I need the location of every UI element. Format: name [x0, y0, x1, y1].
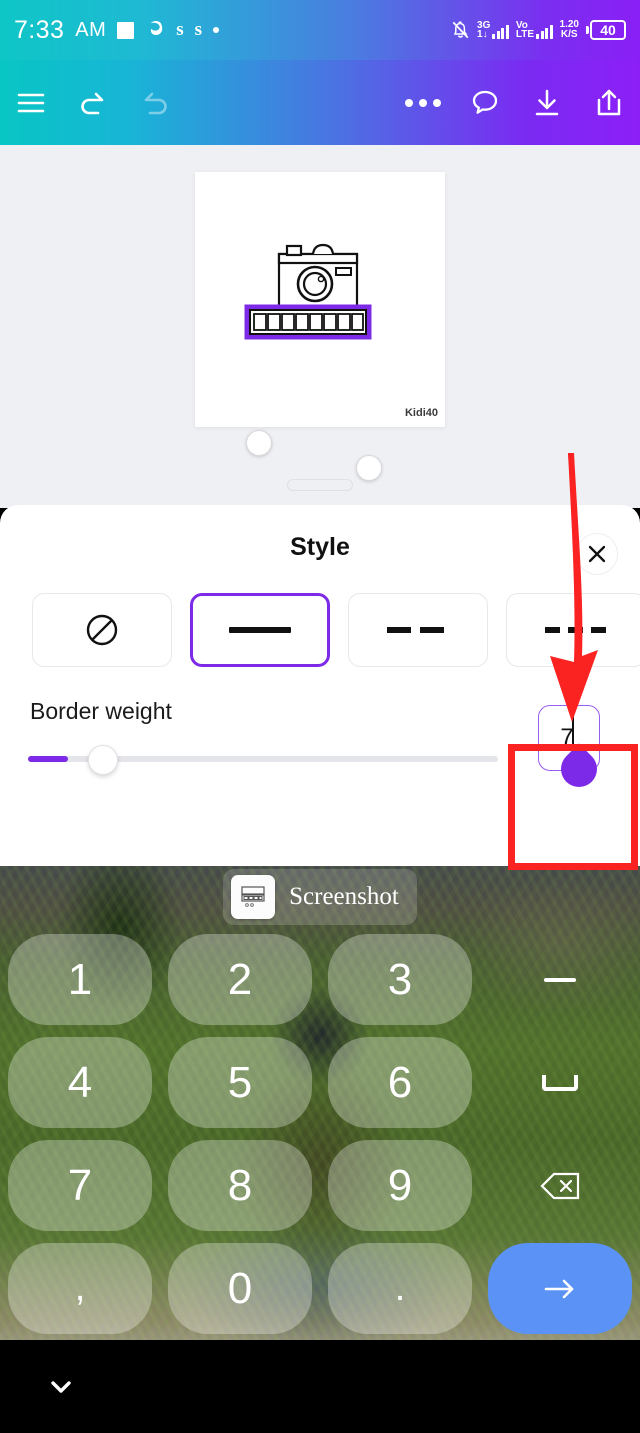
border-weight-input[interactable]: 7	[538, 705, 605, 795]
undo-icon[interactable]	[62, 72, 124, 134]
volte-indicator: Vo LTE	[515, 21, 553, 40]
key-backspace[interactable]	[480, 1134, 640, 1237]
key-1[interactable]: 1	[0, 928, 160, 1031]
slider-thumb[interactable]	[88, 745, 118, 775]
screenshot-thumb-icon	[231, 875, 276, 919]
key-3[interactable]: 3	[320, 928, 480, 1031]
app-toolbar	[0, 60, 640, 145]
key-4[interactable]: 4	[0, 1031, 160, 1134]
volte-sub-label: LTE	[515, 29, 535, 40]
resize-handle-bottom-right[interactable]	[356, 455, 382, 481]
signal-bars-icon-2	[536, 24, 553, 39]
data-rate-unit: K/S	[560, 29, 578, 40]
slider-fill	[28, 756, 68, 762]
resize-handle-top-left[interactable]	[246, 430, 272, 456]
download-icon[interactable]	[516, 72, 578, 134]
status-bar: 7:33 AM s s 3G 1↓ Vo LTE 1.20 K/S 40	[0, 0, 640, 60]
battery-percent: 40	[590, 20, 626, 40]
sheet-drag-handle[interactable]	[287, 479, 353, 491]
suggestion-chip-screenshot[interactable]: Screenshot	[223, 869, 417, 925]
space-icon	[542, 1074, 578, 1091]
border-style-solid[interactable]	[190, 593, 330, 667]
border-style-dashed-large[interactable]	[348, 593, 488, 667]
border-style-options	[0, 590, 640, 670]
artboard[interactable]: Kidi40	[195, 172, 445, 427]
enter-arrow-icon	[544, 1279, 574, 1298]
key-enter[interactable]	[480, 1237, 640, 1340]
key-comma[interactable]: ,	[0, 1237, 160, 1340]
battery-indicator: 40	[586, 20, 626, 40]
battery-nub	[586, 26, 589, 34]
long-dash-line	[387, 627, 449, 633]
chevron-down-icon[interactable]	[38, 1364, 84, 1410]
key-0[interactable]: 0	[160, 1237, 320, 1340]
camera-illustration[interactable]	[233, 232, 403, 347]
border-weight-row: 7	[0, 705, 640, 795]
numeric-keyboard: Screenshot 1 2 3 4 5 6 7 8 9 , 0 .	[0, 866, 640, 1340]
s-app-icon: s	[176, 19, 184, 40]
suggestion-row: Screenshot	[0, 866, 640, 928]
canvas-watermark: Kidi40	[404, 407, 438, 419]
bell-mute-icon	[451, 20, 470, 40]
backspace-icon	[540, 1172, 580, 1199]
hamburger-menu-icon[interactable]	[0, 72, 62, 134]
status-ampm: AM	[75, 18, 107, 41]
key-space[interactable]	[480, 1031, 640, 1134]
data-rate-indicator: 1.20 K/S	[560, 20, 579, 40]
signal-bars-icon	[492, 24, 509, 39]
border-style-dashed-medium[interactable]	[506, 593, 640, 667]
key-6[interactable]: 6	[320, 1031, 480, 1134]
key-7[interactable]: 7	[0, 1134, 160, 1237]
status-bar-right: 3G 1↓ Vo LTE 1.20 K/S 40	[451, 20, 626, 40]
more-options-icon[interactable]	[392, 72, 454, 134]
s-app-icon-2: s	[194, 19, 203, 40]
edge-browser-icon	[145, 18, 165, 43]
key-8[interactable]: 8	[160, 1134, 320, 1237]
panel-header: Style	[0, 505, 640, 590]
suggestion-label: Screenshot	[289, 883, 399, 910]
solid-line	[229, 627, 291, 633]
network-sub-label: 1↓	[477, 29, 488, 40]
border-style-none[interactable]	[32, 593, 172, 667]
editor-canvas-area[interactable]: Kidi40	[0, 145, 640, 570]
system-nav-bar	[0, 1340, 640, 1433]
key-period[interactable]: .	[320, 1237, 480, 1340]
comment-bubble-icon[interactable]	[454, 72, 516, 134]
redo-icon[interactable]	[124, 72, 186, 134]
no-border-icon	[86, 614, 118, 646]
key-2[interactable]: 2	[160, 928, 320, 1031]
medium-dash-line	[545, 627, 607, 633]
key-minus[interactable]	[480, 928, 640, 1031]
share-icon[interactable]	[578, 72, 640, 134]
panel-title: Style	[290, 533, 350, 561]
border-weight-slider[interactable]	[28, 741, 498, 777]
close-icon[interactable]	[576, 533, 618, 575]
key-5[interactable]: 5	[160, 1031, 320, 1134]
network-3g-indicator: 3G 1↓	[477, 21, 509, 40]
keypad-grid: 1 2 3 4 5 6 7 8 9 , 0 .	[0, 928, 640, 1340]
status-bar-left: 7:33 AM s s	[14, 15, 220, 45]
status-clock: 7:33	[14, 15, 65, 44]
white-square-icon	[117, 21, 135, 39]
key-9[interactable]: 9	[320, 1134, 480, 1237]
style-panel: Style Border weight 7	[0, 505, 640, 866]
dot-icon	[213, 27, 220, 33]
minus-icon	[544, 977, 576, 982]
